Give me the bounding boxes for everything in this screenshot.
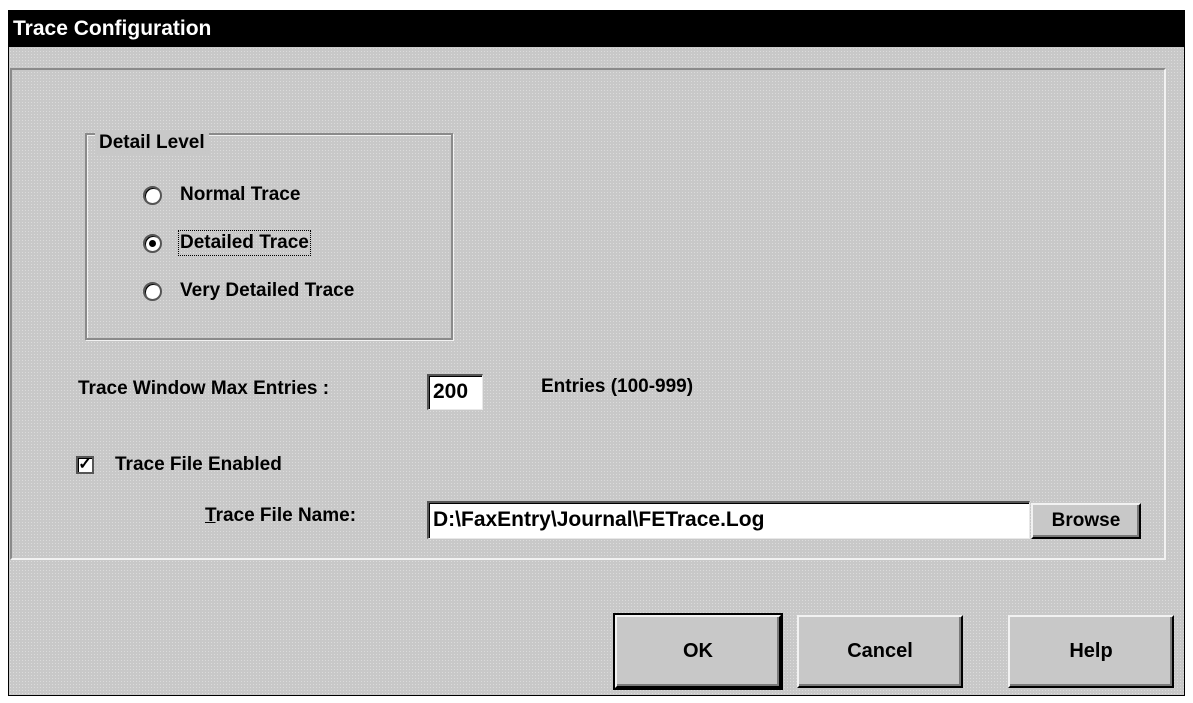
trace-file-name-input[interactable]: D:\FaxEntry\Journal\FETrace.Log [427,501,1030,539]
trace-file-enabled-label[interactable]: Trace File Enabled [115,454,282,476]
max-entries-input[interactable]: 200 [427,374,483,410]
radio-button-icon[interactable] [143,281,162,301]
radio-detailed-trace[interactable]: Detailed Trace [143,230,311,256]
window-title: Trace Configuration [13,17,212,40]
radio-very-detailed-trace-label: Very Detailed Trace [180,280,355,301]
radio-very-detailed-trace[interactable]: Very Detailed Trace [143,279,354,303]
help-button[interactable]: Help [1008,615,1174,688]
ok-button[interactable]: OK [613,613,783,690]
detail-level-label: Detail Level [95,132,209,154]
radio-normal-trace-label: Normal Trace [180,184,301,205]
max-entries-range-hint: Entries (100-999) [541,376,694,397]
radio-normal-trace[interactable]: Normal Trace [143,183,300,207]
browse-button[interactable]: Browse [1031,503,1141,539]
trace-file-name-label: Trace File Name: [205,505,356,527]
trace-file-enabled-checkbox[interactable]: ✓ [76,456,94,474]
title-bar: Trace Configuration [9,11,1184,47]
trace-file-name-label-rest: race File Name: [215,505,357,526]
radio-button-icon[interactable] [143,185,162,205]
radio-button-selected-icon[interactable] [143,233,162,253]
radio-detailed-trace-label: Detailed Trace [178,230,311,256]
trace-file-name-accelerator: T [205,505,216,526]
cancel-button[interactable]: Cancel [797,615,963,688]
max-entries-label: Trace Window Max Entries : [78,378,330,399]
